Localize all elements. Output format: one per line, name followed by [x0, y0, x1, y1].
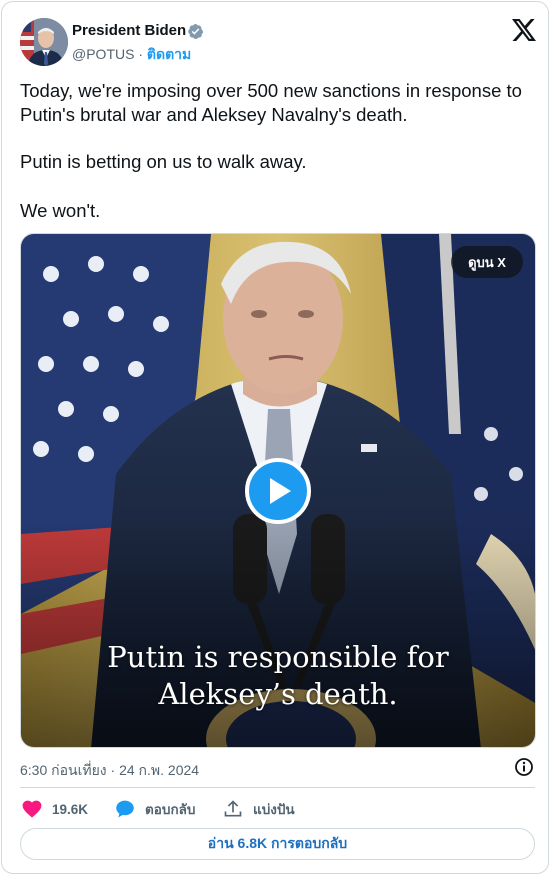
- reply-label: ตอบกลับ: [145, 802, 196, 817]
- video-caption-line-2: Aleksey’s death.: [158, 677, 398, 711]
- tweet-text-paragraph-3: We won't.: [20, 200, 101, 221]
- x-logo-icon[interactable]: [512, 19, 536, 41]
- share-label: แบ่งปัน: [253, 802, 295, 817]
- follow-button[interactable]: ติดตาม: [147, 46, 191, 62]
- author-handle-row: @POTUS · ติดตาม: [72, 44, 191, 66]
- divider: [20, 787, 535, 788]
- share-icon: [224, 800, 242, 817]
- play-icon: [270, 478, 291, 504]
- watch-on-x-button[interactable]: ดูบน X: [451, 246, 523, 278]
- share-button[interactable]: แบ่งปัน: [223, 798, 295, 820]
- heart-icon: [22, 800, 42, 818]
- video-caption-line-1: Putin is responsible for: [107, 640, 449, 674]
- tweet-timestamp[interactable]: 6:30 ก่อนเที่ยง · 24 ก.พ. 2024: [20, 760, 199, 782]
- tweet-card: President Biden @POTUS · ติดตาม Today, w…: [1, 1, 549, 874]
- reply-bubble-icon: [116, 800, 134, 818]
- tweet-text-paragraph-2: Putin is betting on us to walk away.: [20, 151, 307, 172]
- handle-separator: ·: [138, 46, 144, 62]
- verified-badge-icon: [188, 24, 204, 39]
- info-icon[interactable]: [514, 757, 534, 777]
- video-caption: Putin is responsible for Aleksey’s death…: [20, 639, 536, 713]
- like-button[interactable]: 19.6K: [22, 798, 88, 820]
- author-avatar[interactable]: [20, 18, 68, 66]
- author-handle[interactable]: @POTUS: [72, 46, 134, 62]
- like-count: 19.6K: [52, 801, 89, 817]
- play-button[interactable]: [245, 458, 311, 524]
- tweet-text-paragraph-1: Today, we're imposing over 500 new sanct…: [20, 80, 522, 125]
- read-replies-button[interactable]: อ่าน 6.8K การตอบกลับ: [20, 828, 535, 860]
- reply-button[interactable]: ตอบกลับ: [115, 798, 195, 820]
- author-name[interactable]: President Biden: [72, 22, 186, 39]
- avatar-image: [20, 18, 68, 66]
